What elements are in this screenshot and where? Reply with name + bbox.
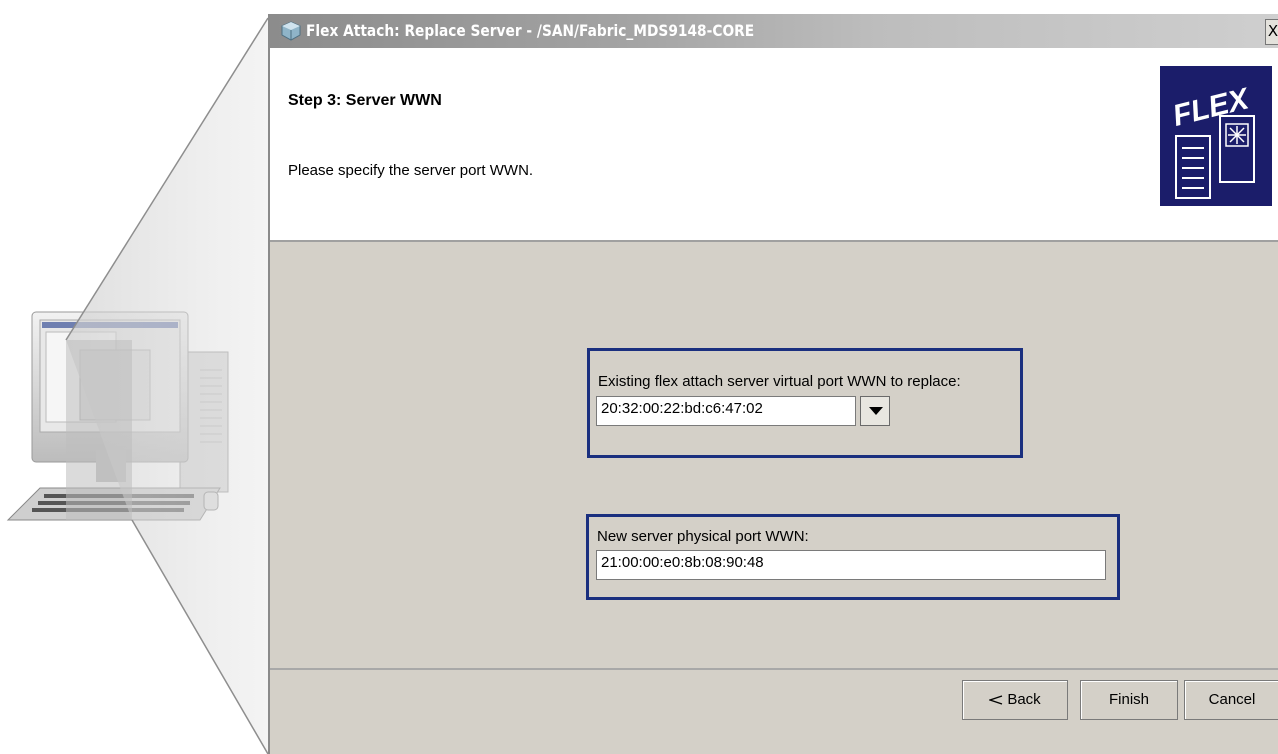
wizard-header: Step 3: Server WWN Please specify the se…	[270, 48, 1278, 242]
cancel-button[interactable]: Cancel	[1184, 680, 1278, 720]
flex-logo-graphic: FLEX	[1169, 82, 1255, 199]
zoom-cone-graphic	[6, 17, 269, 754]
new-wwn-input[interactable]: 21:00:00:e0:8b:08:90:48	[596, 550, 1106, 580]
back-button[interactable]: Back	[962, 680, 1068, 720]
back-arrow-icon	[989, 695, 1003, 705]
flex-attach-dialog: Flex Attach: Replace Server - /SAN/Fabri…	[268, 14, 1278, 754]
footer-divider	[270, 668, 1278, 670]
computer-illustration	[0, 0, 280, 754]
new-wwn-label: New server physical port WWN:	[597, 528, 809, 545]
finish-button-label: Finish	[1108, 691, 1149, 708]
cancel-button-label: Cancel	[1208, 691, 1256, 708]
window-title: Flex Attach: Replace Server - /SAN/Fabri…	[306, 21, 755, 40]
finish-button[interactable]: Finish	[1080, 680, 1178, 720]
flex-attach-logo: FLEX	[1160, 66, 1272, 206]
close-button[interactable]: X	[1265, 19, 1278, 45]
existing-wwn-select[interactable]: 20:32:00:22:bd:c6:47:02	[596, 396, 856, 426]
svg-text:FLEX: FLEX	[1169, 82, 1253, 133]
chevron-down-icon	[869, 407, 883, 415]
step-title: Step 3: Server WWN	[288, 92, 442, 109]
title-bar[interactable]: Flex Attach: Replace Server - /SAN/Fabri…	[270, 14, 1278, 48]
app-icon	[281, 21, 301, 41]
existing-wwn-label: Existing flex attach server virtual port…	[598, 373, 961, 390]
back-button-label: Back	[1007, 691, 1041, 708]
existing-wwn-dropdown-button[interactable]	[860, 396, 890, 426]
step-description: Please specify the server port WWN.	[288, 162, 534, 179]
